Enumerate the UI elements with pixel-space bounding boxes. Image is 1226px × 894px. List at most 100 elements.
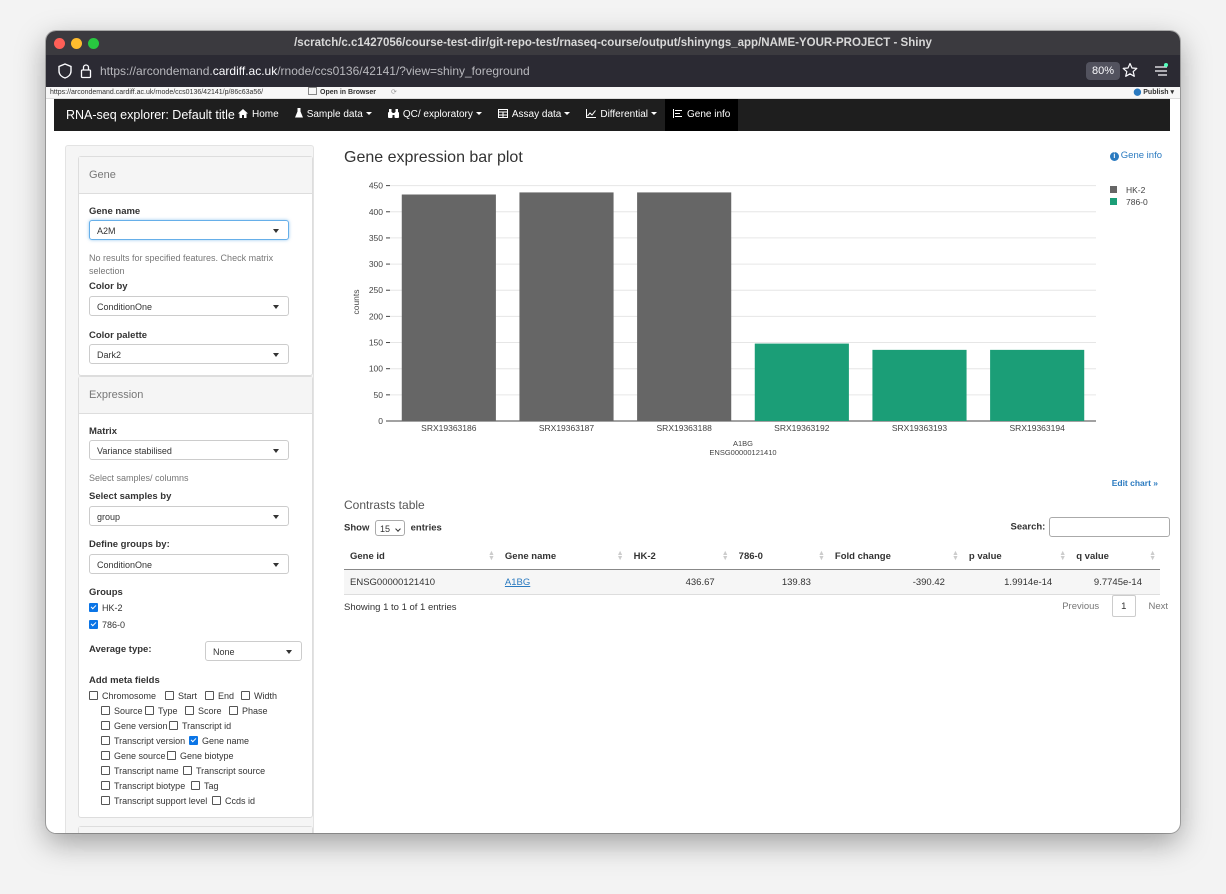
meta-field-checkbox[interactable]: Transcript id bbox=[169, 721, 231, 731]
meta-field-checkbox[interactable]: Type bbox=[145, 706, 178, 716]
meta-field-checkbox[interactable]: Transcript source bbox=[183, 766, 265, 776]
bookmark-star-icon[interactable] bbox=[1122, 62, 1138, 81]
checkbox-checked-icon[interactable] bbox=[89, 603, 98, 612]
column-header[interactable]: p value ▲ ▼ bbox=[962, 543, 1071, 570]
align-left-icon bbox=[672, 100, 683, 132]
column-header[interactable]: 786-0 ▲ ▼ bbox=[732, 543, 829, 570]
minimize-window-button[interactable] bbox=[71, 38, 82, 49]
meta-field-checkbox[interactable]: Start bbox=[165, 691, 197, 701]
column-header[interactable]: Gene name ▲ ▼ bbox=[498, 543, 628, 570]
column-header[interactable]: q value ▲ ▼ bbox=[1070, 543, 1160, 570]
table-body: ENSG00000121410 A1BG 436.67 139.83 -390.42 1.… bbox=[344, 569, 1160, 595]
zoom-level-button[interactable]: 80% bbox=[1085, 62, 1120, 80]
edit-chart-link[interactable]: Edit chart » bbox=[1112, 478, 1158, 488]
page-length-select[interactable]: 15 bbox=[374, 520, 405, 536]
meta-field-checkbox[interactable]: Score bbox=[185, 706, 222, 716]
meta-field-checkbox[interactable]: Tag bbox=[191, 781, 219, 791]
nav-gene-info[interactable]: Gene info bbox=[664, 99, 739, 132]
lock-icon[interactable] bbox=[80, 63, 92, 82]
meta-field-label: End bbox=[218, 691, 235, 701]
checkbox-icon[interactable] bbox=[101, 781, 110, 790]
zoom-window-button[interactable] bbox=[88, 38, 99, 49]
checkbox-icon[interactable] bbox=[169, 721, 178, 730]
sort-icon[interactable]: ▲ ▼ bbox=[722, 550, 729, 562]
meta-field-checkbox[interactable]: Source bbox=[101, 706, 143, 716]
sort-icon[interactable]: ▲ ▼ bbox=[818, 550, 825, 562]
url-bar[interactable]: https://arcondemand.cardiff.ac.uk/rnode/… bbox=[46, 55, 1180, 87]
checkbox-checked-icon[interactable] bbox=[89, 620, 98, 629]
search-input[interactable] bbox=[1049, 517, 1170, 537]
checkbox-icon[interactable] bbox=[101, 796, 110, 805]
define-groups-select[interactable]: ConditionOne bbox=[89, 554, 289, 574]
checkbox-icon[interactable] bbox=[212, 796, 221, 805]
meta-field-checkbox[interactable]: Gene name bbox=[189, 736, 249, 746]
meta-field-checkbox[interactable]: Ccds id bbox=[212, 796, 255, 806]
checkbox-icon[interactable] bbox=[101, 721, 110, 730]
next-page-button[interactable]: Next bbox=[1148, 601, 1168, 612]
nav-home[interactable]: Home bbox=[230, 99, 287, 131]
checkbox-icon[interactable] bbox=[167, 751, 176, 760]
checkbox-icon[interactable] bbox=[185, 706, 194, 715]
checkbox-icon[interactable] bbox=[183, 766, 192, 775]
checkbox-icon[interactable] bbox=[205, 691, 214, 700]
address-field[interactable]: https://arcondemand.cardiff.ac.uk/rnode/… bbox=[100, 55, 530, 87]
page-1-button[interactable]: 1 bbox=[1111, 595, 1136, 617]
meta-field-checkbox[interactable]: Phase bbox=[229, 706, 268, 716]
nav-qc-exploratory[interactable]: QC/ exploratory bbox=[380, 99, 490, 131]
sort-icon[interactable]: ▲ ▼ bbox=[1149, 550, 1156, 562]
meta-field-checkbox[interactable]: Width bbox=[241, 691, 277, 701]
meta-field-checkbox[interactable]: Chromosome bbox=[89, 691, 156, 701]
meta-field-label: Transcript version bbox=[114, 736, 186, 746]
matrix-select[interactable]: Variance stabilised bbox=[89, 440, 289, 460]
select-samples-help: Select samples/ columns bbox=[89, 473, 189, 483]
average-type-select[interactable]: None bbox=[205, 641, 302, 661]
navbar-brand[interactable]: RNA-seq explorer: Default title bbox=[66, 99, 235, 131]
checkbox-icon[interactable] bbox=[241, 691, 250, 700]
previous-page-button[interactable]: Previous bbox=[1062, 601, 1099, 612]
color-by-select[interactable]: ConditionOne bbox=[89, 296, 289, 316]
checkbox-icon[interactable] bbox=[101, 751, 110, 760]
gene-info-link[interactable]: i Gene info bbox=[1109, 150, 1162, 161]
sort-icon[interactable]: ▲ ▼ bbox=[488, 550, 495, 562]
nav-sample-data[interactable]: Sample data bbox=[287, 99, 380, 131]
meta-field-checkbox[interactable]: Transcript biotype bbox=[101, 781, 185, 791]
meta-field-checkbox[interactable]: End bbox=[205, 691, 234, 701]
meta-field-checkbox[interactable]: Transcript name bbox=[101, 766, 179, 776]
gene-name-link[interactable]: A1BG bbox=[505, 577, 530, 588]
checkbox-checked-icon[interactable] bbox=[189, 736, 198, 745]
menu-icon[interactable] bbox=[1154, 63, 1168, 80]
checkbox-icon[interactable] bbox=[145, 706, 154, 715]
select-samples-by-select[interactable]: group bbox=[89, 506, 289, 526]
gene-name-select[interactable]: A2M bbox=[89, 220, 289, 240]
meta-field-checkbox[interactable]: Gene version bbox=[101, 721, 168, 731]
close-window-button[interactable] bbox=[54, 38, 65, 49]
publish-button[interactable]: ⬤ Publish ▾ bbox=[1133, 87, 1174, 98]
meta-field-checkbox[interactable]: Gene source bbox=[101, 751, 166, 761]
group-checkbox-786-0[interactable]: 786-0 bbox=[89, 620, 125, 630]
checkbox-icon[interactable] bbox=[191, 781, 200, 790]
nav-assay-data[interactable]: Assay data bbox=[490, 99, 578, 131]
sort-icon[interactable]: ▲ ▼ bbox=[617, 550, 624, 562]
meta-field-checkbox[interactable]: Transcript version bbox=[101, 736, 185, 746]
color-palette-select[interactable]: Dark2 bbox=[89, 344, 289, 364]
column-header[interactable]: Fold change ▲ ▼ bbox=[828, 543, 963, 570]
column-header[interactable]: HK-2 ▲ ▼ bbox=[627, 543, 733, 570]
column-header[interactable]: Gene id ▲ ▼ bbox=[344, 543, 499, 570]
open-in-browser-button[interactable]: Open in Browser bbox=[308, 87, 376, 98]
meta-field-checkbox[interactable]: Transcript support level bbox=[101, 796, 207, 806]
checkbox-icon[interactable] bbox=[229, 706, 238, 715]
matrix-label: Matrix bbox=[89, 426, 117, 437]
meta-field-checkbox[interactable]: Gene biotype bbox=[167, 751, 234, 761]
checkbox-icon[interactable] bbox=[101, 706, 110, 715]
checkbox-icon[interactable] bbox=[101, 766, 110, 775]
refresh-icon[interactable]: ⟳ bbox=[391, 87, 397, 98]
checkbox-icon[interactable] bbox=[89, 691, 98, 700]
nav-differential[interactable]: Differential bbox=[578, 99, 665, 131]
checkbox-icon[interactable] bbox=[165, 691, 174, 700]
sort-icon[interactable]: ▲ ▼ bbox=[952, 550, 959, 562]
table-cell: A1BG bbox=[498, 569, 628, 595]
shield-icon[interactable] bbox=[58, 63, 72, 82]
checkbox-icon[interactable] bbox=[101, 736, 110, 745]
sort-icon[interactable]: ▲ ▼ bbox=[1059, 550, 1066, 562]
group-checkbox-hk2[interactable]: HK-2 bbox=[89, 603, 123, 613]
